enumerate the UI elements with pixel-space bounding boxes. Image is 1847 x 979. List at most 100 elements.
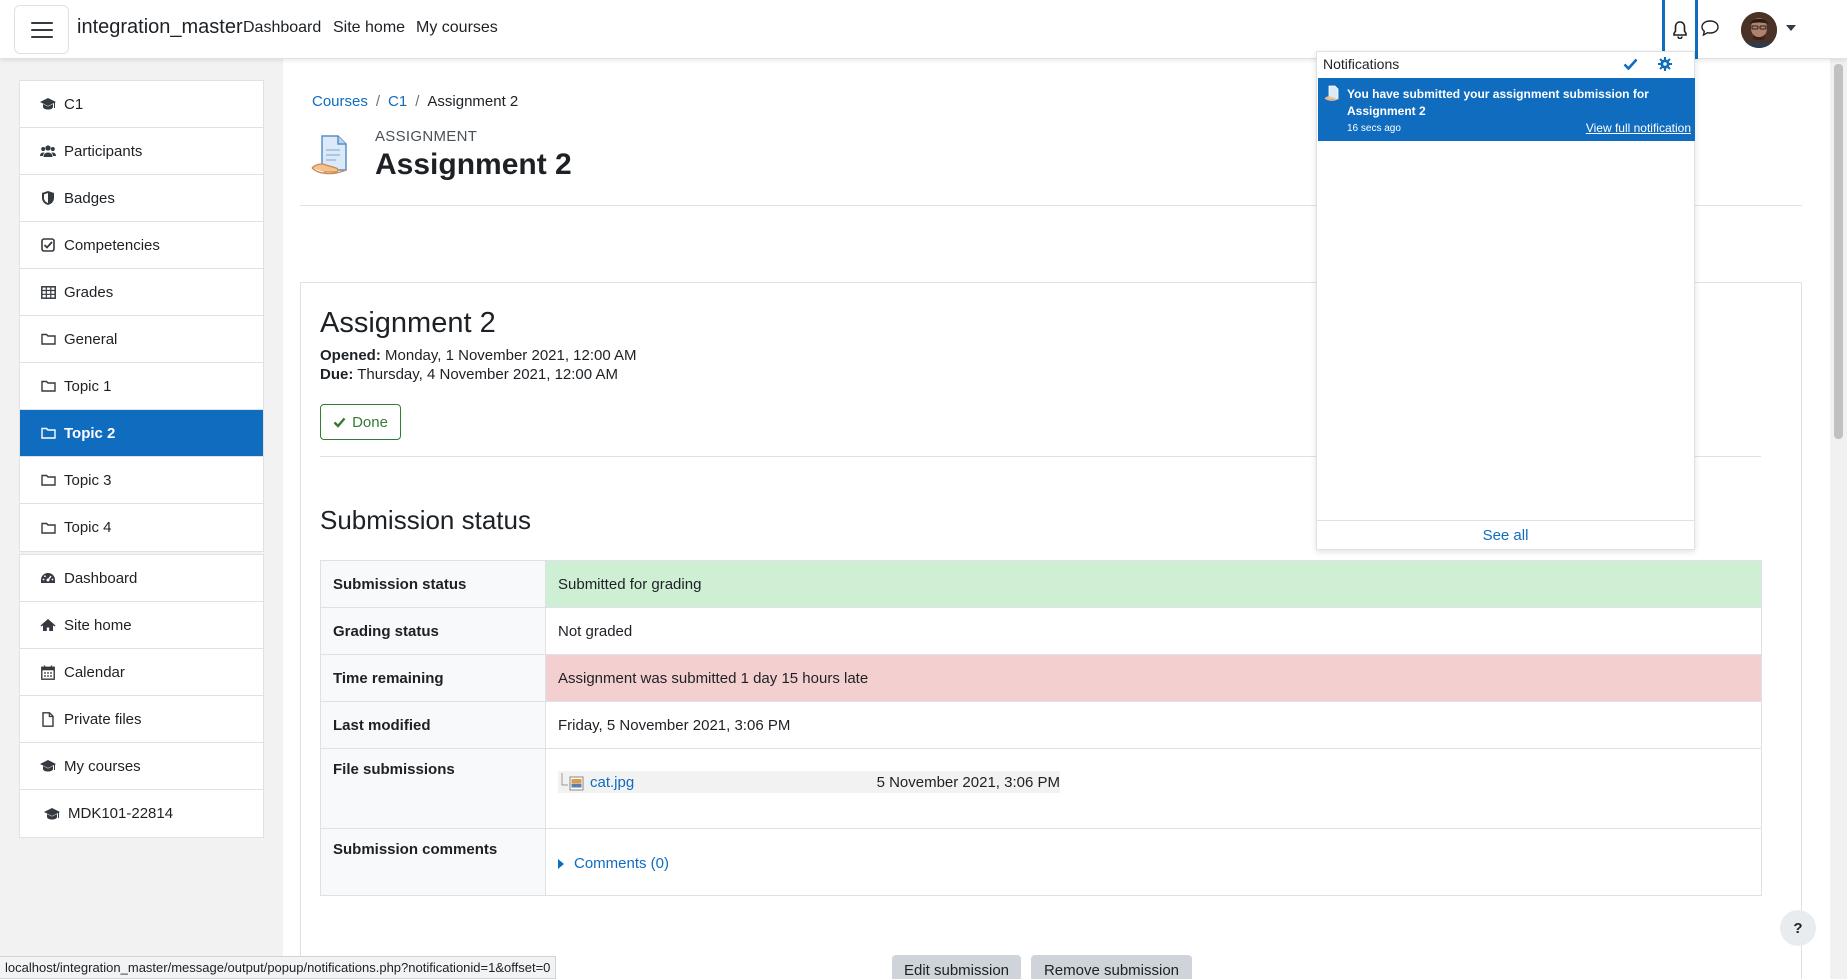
- hamburger-icon-bar: [30, 35, 53, 38]
- due-value: Thursday, 4 November 2021, 12:00 AM: [357, 366, 618, 383]
- tachometer-icon: [40, 570, 56, 586]
- hamburger-icon-bar: [30, 28, 53, 31]
- module-type-label: ASSIGNMENT: [375, 128, 478, 145]
- table-row: Time remaining Assignment was submitted …: [320, 654, 1762, 702]
- done-button[interactable]: Done: [320, 404, 401, 440]
- folder-icon: [40, 520, 56, 536]
- see-all-notifications-link[interactable]: See all: [1317, 520, 1694, 549]
- submission-comments-cell: Comments (0): [545, 828, 1762, 896]
- breadcrumb-c1[interactable]: C1: [388, 93, 407, 110]
- sidebar-item-general[interactable]: General: [20, 316, 263, 363]
- graduation-cap-icon: [40, 96, 56, 112]
- sidebar-item-label: Topic 3: [64, 471, 112, 489]
- due-label: Due:: [320, 366, 354, 383]
- user-menu-caret-icon[interactable]: [1786, 25, 1796, 31]
- sidebar-item-topic-3[interactable]: Topic 3: [20, 457, 263, 504]
- breadcrumb-current: Assignment 2: [427, 93, 519, 110]
- sidebar-item-label: Grades: [64, 283, 114, 301]
- sidebar-item-label: Competencies: [64, 236, 160, 254]
- due-date: Due: Thursday, 4 November 2021, 12:00 AM: [320, 366, 618, 383]
- sidebar-item-calendar[interactable]: Calendar: [20, 649, 263, 696]
- bell-icon: [1673, 20, 1687, 39]
- messages-toggle[interactable]: [1700, 19, 1724, 41]
- site-name-link[interactable]: integration_master: [77, 16, 243, 39]
- nav-link-site-home[interactable]: Site home: [333, 19, 405, 37]
- folder-icon: [40, 425, 56, 441]
- sidebar-item-label: Badges: [64, 189, 115, 207]
- notification-time: 16 secs ago: [1347, 123, 1401, 134]
- row-label: Grading status: [320, 607, 546, 655]
- sidebar-item-site-home[interactable]: Site home: [20, 602, 263, 649]
- user-avatar[interactable]: [1741, 12, 1777, 48]
- help-button[interactable]: ?: [1780, 910, 1816, 946]
- file-entry: cat.jpg 5 November 2021, 3:06 PM: [558, 771, 1060, 793]
- breadcrumb: Courses / C1 / Assignment 2: [312, 93, 518, 110]
- nav-link-my-courses[interactable]: My courses: [416, 19, 498, 37]
- file-link[interactable]: cat.jpg: [590, 774, 634, 791]
- nav-link-dashboard[interactable]: Dashboard: [243, 19, 321, 37]
- calendar-icon: [40, 664, 56, 680]
- sidebar-item-label: My courses: [64, 757, 141, 775]
- sidebar-item-topic-4[interactable]: Topic 4: [20, 504, 263, 551]
- sidebar-item-label: Topic 2: [64, 424, 116, 442]
- row-label: File submissions: [320, 748, 546, 829]
- row-label: Submission comments: [320, 828, 546, 896]
- sidebar-item-badges[interactable]: Badges: [20, 175, 263, 222]
- sidebar-item-participants[interactable]: Participants: [20, 128, 263, 175]
- assignment-heading: Assignment 2: [320, 307, 496, 339]
- hamburger-icon-bar: [30, 21, 53, 24]
- submission-status-value: Submitted for grading: [545, 560, 1762, 608]
- sidebar-item-label: Calendar: [64, 663, 125, 681]
- opened-label: Opened:: [320, 347, 381, 364]
- sidebar-item-topic-2[interactable]: Topic 2: [20, 410, 263, 457]
- notifications-popover: Notifications You have submitted your as…: [1316, 51, 1695, 550]
- sidebar-item-label: Site home: [64, 616, 132, 634]
- breadcrumb-separator: /: [415, 93, 420, 110]
- home-icon: [40, 617, 56, 633]
- mark-all-read-check-icon[interactable]: [1623, 58, 1638, 70]
- breadcrumb-separator: /: [375, 93, 381, 110]
- sidebar-item-topic-1[interactable]: Topic 1: [20, 363, 263, 410]
- row-label: Submission status: [320, 560, 546, 608]
- folder-icon: [40, 378, 56, 394]
- notification-item[interactable]: You have submitted your assignment submi…: [1318, 78, 1695, 141]
- sidebar-item-label: Dashboard: [64, 569, 138, 587]
- edit-submission-button[interactable]: Edit submission: [892, 955, 1021, 979]
- sidebar-item-dashboard[interactable]: Dashboard: [20, 555, 263, 602]
- breadcrumb-courses[interactable]: Courses: [312, 93, 368, 110]
- comments-toggle[interactable]: Comments (0): [558, 855, 1749, 872]
- sidebar-item-grades[interactable]: Grades: [20, 269, 263, 316]
- table-icon: [40, 284, 56, 300]
- browser-status-url: localhost/integration_master/message/out…: [0, 956, 557, 979]
- folder-icon: [40, 472, 56, 488]
- sidebar-item-c1[interactable]: C1: [20, 81, 263, 128]
- scrollbar-thumb[interactable]: [1834, 64, 1843, 439]
- menu-toggle-button[interactable]: [14, 5, 69, 54]
- page-title: Assignment 2: [375, 148, 572, 181]
- sidebar-item-private-files[interactable]: Private files: [20, 696, 263, 743]
- sidebar-item-competencies[interactable]: Competencies: [20, 222, 263, 269]
- page-scrollbar[interactable]: [1830, 59, 1847, 979]
- time-remaining-value: Assignment was submitted 1 day 15 hours …: [545, 654, 1762, 702]
- table-row: Submission comments Comments (0): [320, 828, 1762, 896]
- table-row: Last modified Friday, 5 November 2021, 3…: [320, 701, 1762, 749]
- sidebar-item-label: MDK101-22814: [68, 805, 174, 822]
- view-full-notification-link[interactable]: View full notification: [1586, 121, 1691, 135]
- grading-status-value: Not graded: [545, 607, 1762, 655]
- assignment-icon: [310, 132, 354, 180]
- course-nav-group: C1 Participants Badges Competencies Grad…: [19, 80, 264, 552]
- avatar-photo-icon: [1741, 12, 1777, 48]
- row-label: Time remaining: [320, 654, 546, 702]
- check-square-icon: [40, 237, 56, 253]
- sidebar-item-my-courses[interactable]: My courses: [20, 743, 263, 790]
- gear-icon[interactable]: [1658, 57, 1672, 71]
- notifications-title: Notifications: [1323, 56, 1400, 72]
- site-nav-group: Dashboard Site home Calendar Private fil…: [19, 554, 264, 838]
- comments-link-label: Comments (0): [574, 855, 670, 872]
- notification-text: You have submitted your assignment submi…: [1347, 87, 1649, 118]
- sidebar-item-mdk101[interactable]: MDK101-22814: [20, 790, 263, 837]
- remove-submission-button[interactable]: Remove submission: [1031, 955, 1192, 979]
- sidebar-item-label: Topic 1: [64, 377, 112, 395]
- last-modified-value: Friday, 5 November 2021, 3:06 PM: [545, 701, 1762, 749]
- assignment-icon: [1324, 85, 1339, 101]
